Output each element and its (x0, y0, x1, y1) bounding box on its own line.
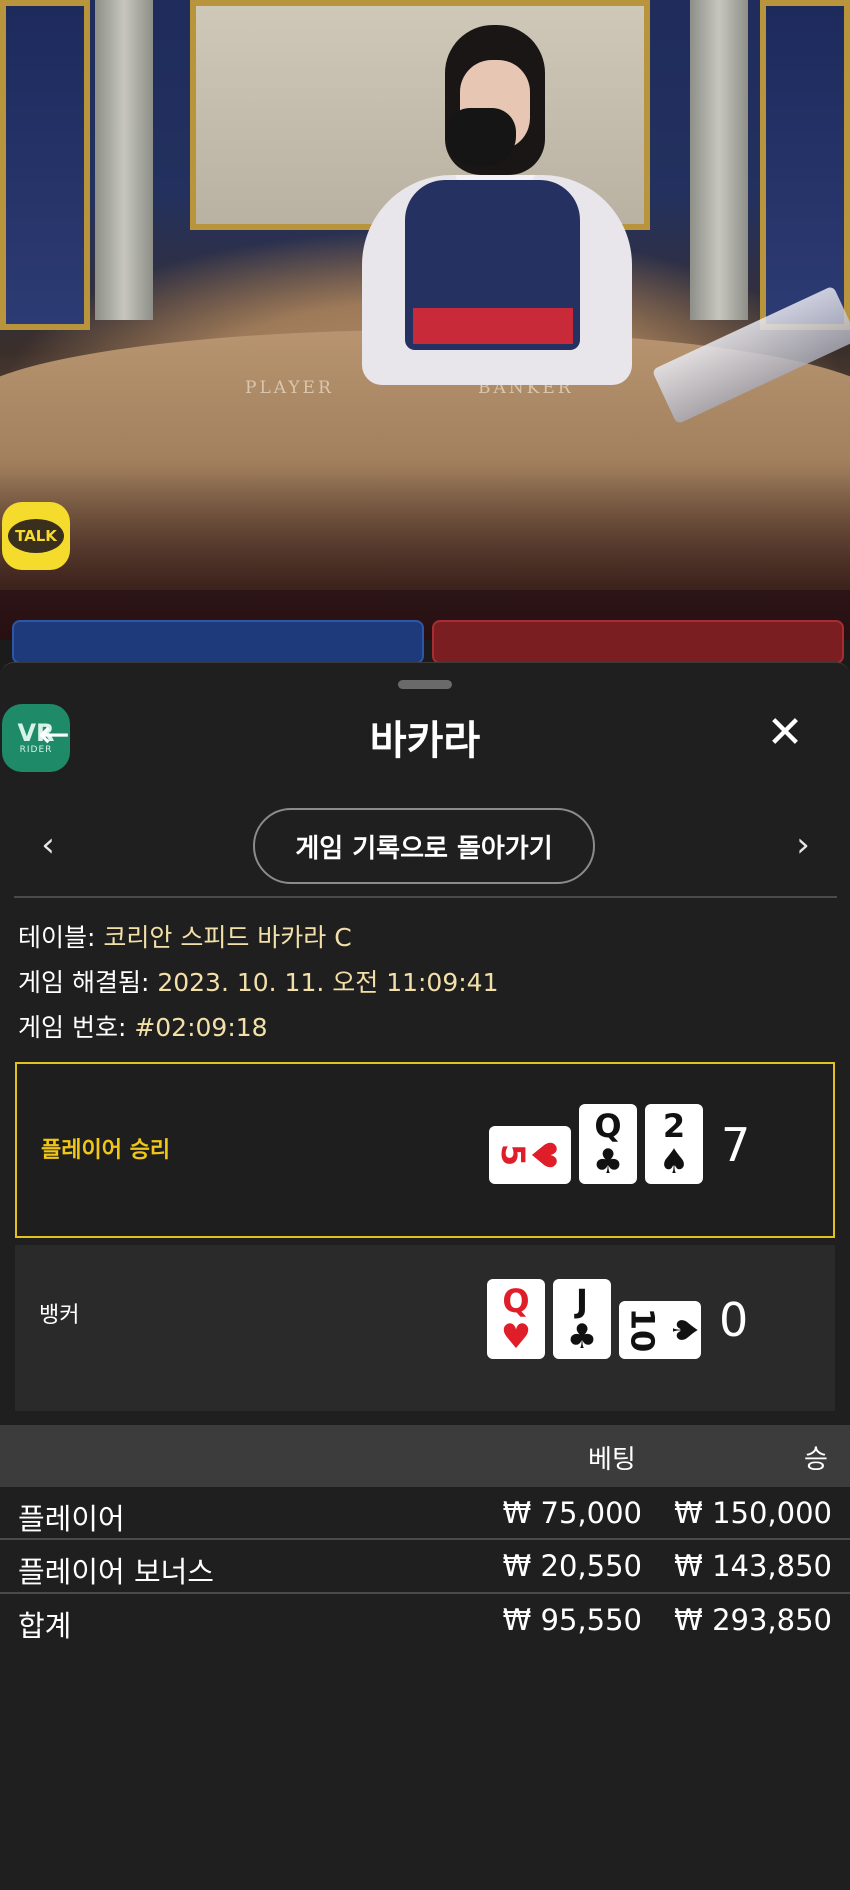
win-total-amount: ₩ 293,850 (674, 1603, 832, 1637)
card-suit: ♠ (664, 1314, 705, 1346)
playing-card: Q ♣ (579, 1104, 637, 1184)
wall-panel-left (0, 0, 90, 330)
row-divider (0, 1592, 850, 1594)
wall-panel-right (760, 0, 850, 330)
playing-card: 2 ♠ (645, 1104, 703, 1184)
card-suit: ♥ (500, 1317, 532, 1357)
player-bet-area (12, 620, 424, 664)
card-rank: 10 (623, 1307, 662, 1353)
bet-name: 플레이어 보너스 (18, 1555, 214, 1589)
banker-result-row: 뱅커 Q ♥ J ♣ 10 ♠ 0 (15, 1245, 835, 1411)
bet-row: 플레이어 ₩ 75,000 ₩ 150,000 (0, 1488, 850, 1540)
row-divider (0, 1538, 850, 1540)
game-number-value: #02:09:18 (134, 1013, 268, 1042)
bet-total-name: 합계 (18, 1609, 72, 1643)
sheet-drag-handle[interactable] (398, 680, 452, 689)
player-total: 7 (721, 1118, 751, 1172)
pillar-left (95, 0, 153, 320)
card-rank: J (576, 1282, 588, 1320)
chevron-left-icon[interactable]: ‹ (28, 822, 68, 868)
card-suit: ♥ (523, 1139, 564, 1171)
banker-bet-area (432, 620, 844, 664)
resolved-value: 2023. 10. 11. 오전 11:09:41 (157, 968, 499, 997)
bet-name: 플레이어 (18, 1502, 125, 1536)
card-suit: ♠ (658, 1142, 690, 1182)
table-label: 테이블: (18, 923, 104, 952)
banker-total: 0 (719, 1293, 749, 1347)
playing-card: Q ♥ (487, 1279, 545, 1359)
player-win-label: 플레이어 승리 (41, 1138, 171, 1163)
banker-label: 뱅커 (39, 1303, 80, 1328)
resolved-label: 게임 해결됨: (18, 968, 158, 997)
game-number-label: 게임 번호: (18, 1013, 135, 1042)
kakao-talk-button[interactable]: TALK (2, 502, 70, 570)
card-rank: 2 (662, 1107, 686, 1145)
video-shade (0, 460, 850, 640)
win-amount: ₩ 150,000 (674, 1496, 832, 1530)
card-suit: ♣ (592, 1142, 624, 1182)
game-number-info: 게임 번호: #02:09:18 (18, 1008, 268, 1044)
live-video: PLAYER BANKER (0, 0, 850, 640)
table-info: 테이블: 코리안 스피드 바카라 C (18, 918, 352, 954)
bet-amount: ₩ 20,550 (502, 1549, 642, 1583)
divider (14, 896, 837, 898)
banker-cards: Q ♥ J ♣ 10 ♠ (487, 1279, 705, 1359)
card-suit: ♣ (566, 1317, 598, 1357)
back-to-history-button[interactable]: 게임 기록으로 돌아가기 (253, 808, 595, 884)
win-column-header: 승 (804, 1445, 828, 1475)
dealer-belt (413, 308, 573, 344)
bet-total-row: 합계 ₩ 95,550 ₩ 293,850 (0, 1595, 850, 1647)
card-rank: Q (502, 1282, 530, 1320)
table-value: 코리안 스피드 바카라 C (103, 923, 352, 952)
bet-column-header: 베팅 (588, 1445, 636, 1475)
bet-row: 플레이어 보너스 ₩ 20,550 ₩ 143,850 (0, 1541, 850, 1593)
felt-player-label: PLAYER (245, 378, 334, 398)
player-cards: 5 ♥ Q ♣ 2 ♠ (489, 1104, 703, 1184)
bet-amount: ₩ 75,000 (502, 1496, 642, 1530)
player-result-row: 플레이어 승리 5 ♥ Q ♣ 2 ♠ 7 (15, 1062, 835, 1238)
playing-card: 10 ♠ (619, 1301, 705, 1359)
pillar-right (690, 0, 748, 320)
bet-total-amount: ₩ 95,550 (502, 1603, 642, 1637)
chevron-right-icon[interactable]: › (783, 822, 823, 868)
card-rank: Q (594, 1107, 622, 1145)
close-icon[interactable]: ✕ (760, 708, 810, 758)
bets-table-header: 베팅 승 (0, 1425, 850, 1487)
resolved-info: 게임 해결됨: 2023. 10. 11. 오전 11:09:41 (18, 963, 498, 999)
talk-icon: TALK (8, 519, 64, 553)
playing-card: 5 ♥ (489, 1126, 571, 1184)
playing-card: J ♣ (553, 1279, 611, 1359)
win-amount: ₩ 143,850 (674, 1549, 832, 1583)
sheet-title: 바카라 (369, 718, 481, 764)
dealer-mask (446, 108, 516, 166)
